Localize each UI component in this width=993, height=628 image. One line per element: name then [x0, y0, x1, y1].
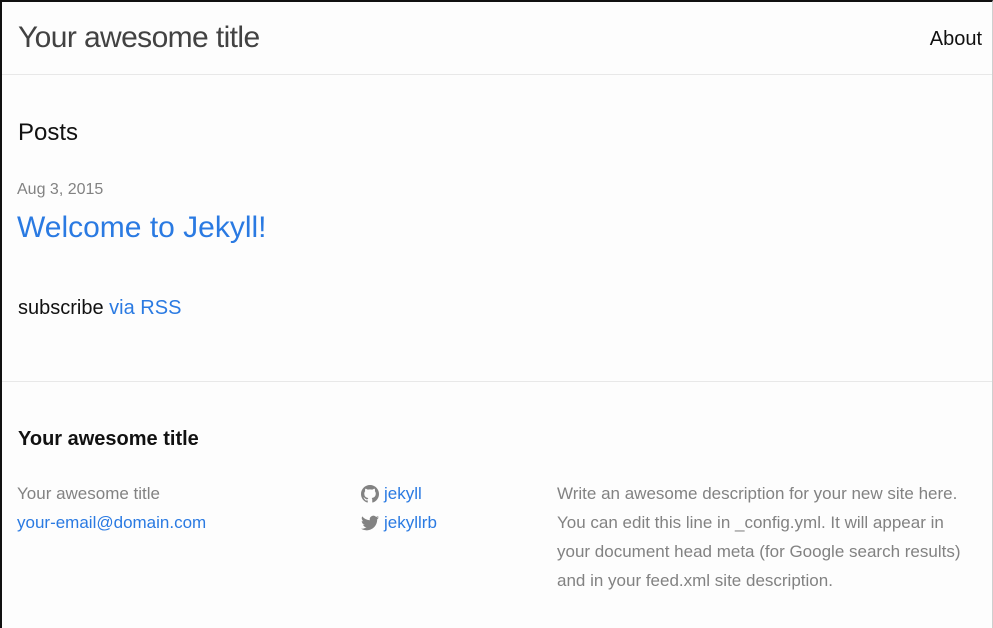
subscribe-text: subscribe: [18, 297, 104, 319]
footer-owner-name: Your awesome title: [17, 484, 161, 503]
footer-email-link[interactable]: your-email@domain.com: [17, 513, 206, 532]
posts-heading: Posts: [18, 119, 79, 146]
subscribe-line: subscribe via RSS: [18, 296, 181, 320]
footer-heading: Your awesome title: [18, 428, 199, 450]
nav-about-link[interactable]: About: [930, 27, 982, 51]
post-title-link[interactable]: Welcome to Jekyll!: [17, 210, 267, 246]
browser-viewport: Your awesome title About Posts Aug 3, 20…: [0, 0, 993, 628]
site-title-link[interactable]: Your awesome title: [18, 20, 260, 56]
post-date: Aug 3, 2015: [17, 181, 104, 198]
twitter-icon: [360, 513, 380, 533]
footer-social-list: jekyll jekyllrb: [360, 479, 437, 537]
github-link[interactable]: jekyll: [360, 479, 437, 508]
site-description: Write an awesome description for your ne…: [557, 484, 961, 590]
twitter-username: jekyllrb: [384, 513, 437, 532]
site-header: Your awesome title About: [2, 2, 992, 75]
github-icon: [360, 484, 380, 504]
page-content: Posts Aug 3, 2015 Welcome to Jekyll! sub…: [2, 75, 992, 382]
rss-link[interactable]: via RSS: [109, 297, 181, 319]
footer-contact-list: Your awesome title your-email@domain.com: [17, 479, 206, 537]
site-footer: Your awesome title Your awesome title yo…: [2, 382, 992, 628]
github-username: jekyll: [384, 484, 422, 503]
twitter-link[interactable]: jekyllrb: [360, 508, 437, 537]
